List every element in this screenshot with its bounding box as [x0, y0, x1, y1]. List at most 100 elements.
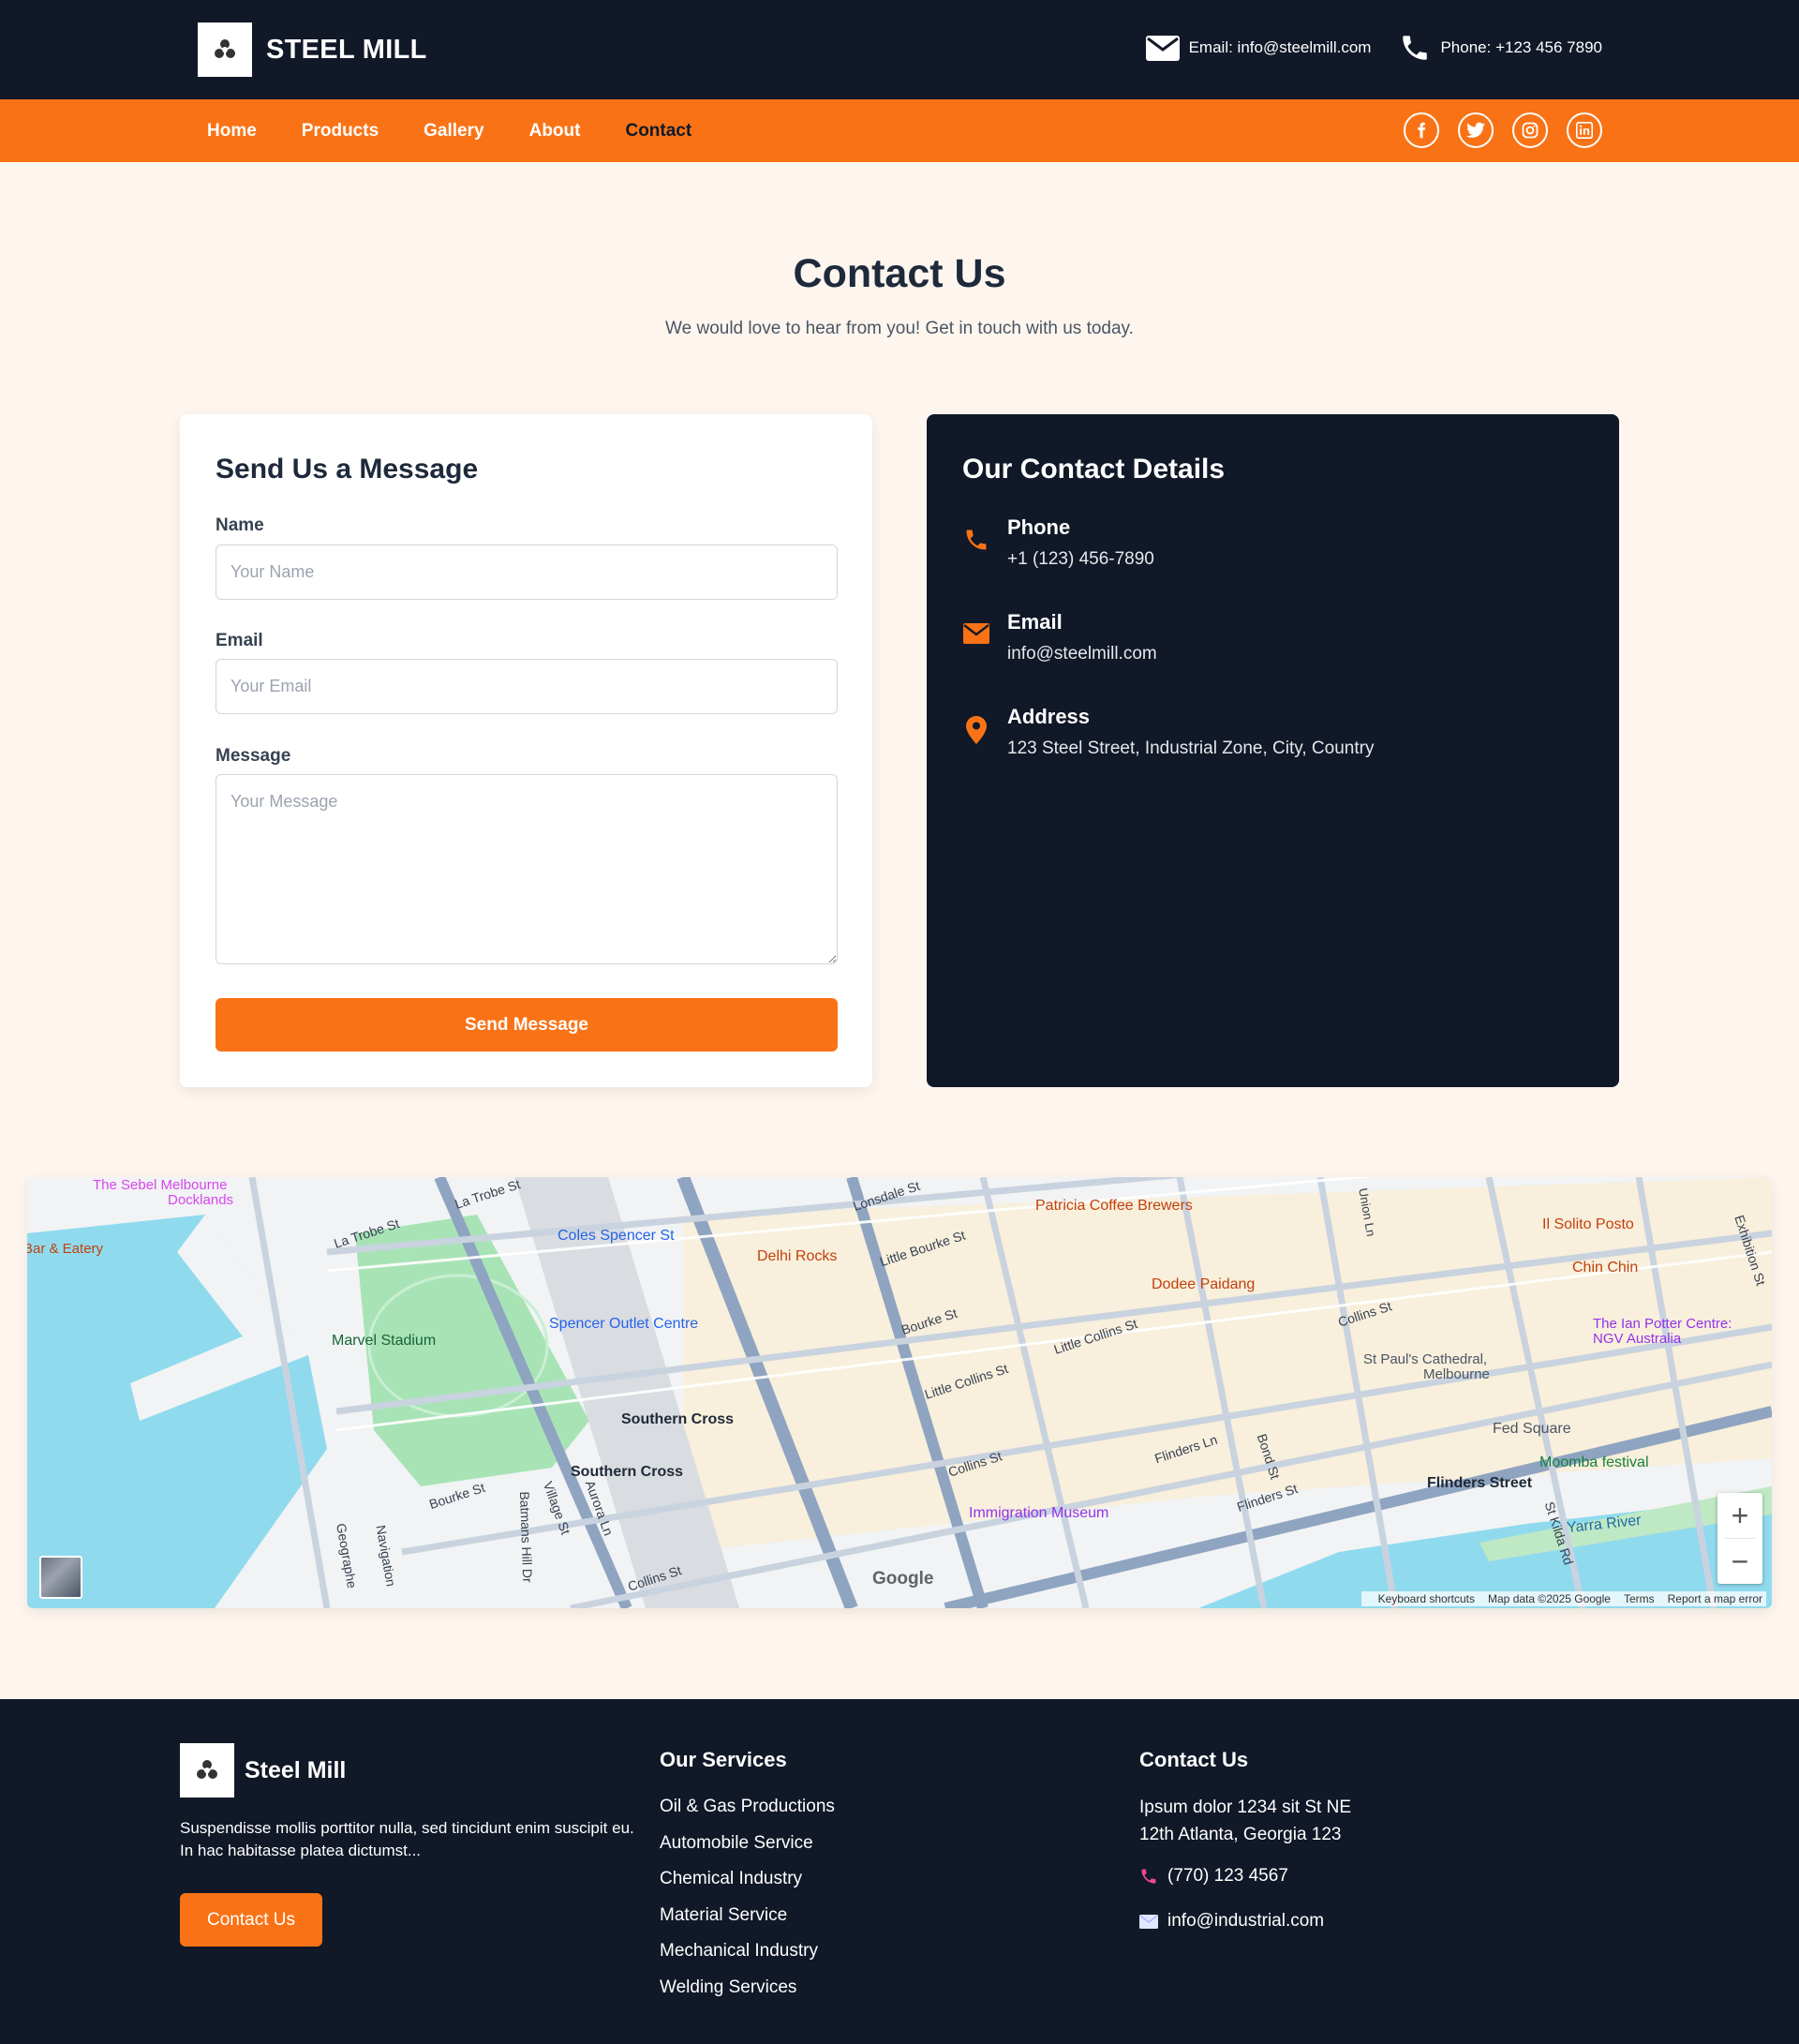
- map-label-fed-square[interactable]: Fed Square: [1493, 1421, 1571, 1438]
- service-item[interactable]: Oil & Gas Productions: [660, 1797, 835, 1833]
- nav-about[interactable]: About: [529, 121, 581, 142]
- gear-logo-icon: [215, 39, 235, 58]
- form-title: Send Us a Message: [216, 454, 479, 485]
- email-label: Email: [1007, 610, 1063, 634]
- services-title: Our Services: [660, 1748, 787, 1771]
- contact-details-card: Our Contact Details Phone +1 (123) 456-7…: [927, 414, 1619, 1087]
- map-label-ian-potter-1[interactable]: The Ian Potter Centre:: [1593, 1316, 1732, 1332]
- map-label-southern-cross-1[interactable]: Southern Cross: [621, 1411, 734, 1428]
- top-contacts: Email: info@steelmill.com Phone: +123 45…: [1118, 32, 1602, 64]
- nav-links: Home Products Gallery About Contact: [207, 99, 736, 162]
- map-label-delhi[interactable]: Delhi Rocks: [757, 1248, 837, 1265]
- nav-gallery[interactable]: Gallery: [424, 121, 483, 142]
- map-canvas[interactable]: [27, 1177, 1772, 1608]
- satellite-toggle[interactable]: [39, 1556, 82, 1599]
- envelope-icon: [1145, 35, 1180, 61]
- address-value: 123 Steel Street, Industrial Zone, City,…: [1007, 739, 1375, 758]
- phone-label: Phone: [1007, 515, 1071, 539]
- keyboard-shortcuts-link[interactable]: Keyboard shortcuts: [1378, 1592, 1475, 1605]
- map-label-chin-chin[interactable]: Chin Chin: [1572, 1260, 1638, 1276]
- embedded-map[interactable]: The Sebel Melbourne Docklands Bar & Eate…: [27, 1177, 1772, 1608]
- envelope-icon: [1139, 1914, 1158, 1929]
- top-email-text: Email: info@steelmill.com: [1188, 38, 1372, 56]
- map-label-immigration[interactable]: Immigration Museum: [969, 1505, 1108, 1522]
- gear-logo-icon: [197, 1760, 217, 1779]
- map-label-bar-eatery[interactable]: Bar & Eatery: [27, 1241, 103, 1257]
- page-title: Contact Us: [793, 251, 1006, 296]
- detail-address: Address 123 Steel Street, Industrial Zon…: [962, 705, 1374, 759]
- name-label: Name: [216, 515, 264, 535]
- map-pin-icon: [966, 716, 987, 744]
- map-label-ian-potter-2[interactable]: NGV Australia: [1593, 1331, 1681, 1347]
- footer-contact-title: Contact Us: [1139, 1748, 1249, 1771]
- email-value[interactable]: info@steelmill.com: [1007, 644, 1157, 664]
- brand[interactable]: STEEL MILL: [198, 22, 427, 77]
- page-subtitle: We would love to hear from you! Get in t…: [665, 319, 1134, 338]
- top-phone-text: Phone: +123 456 7890: [1440, 38, 1602, 56]
- map-label-il-solito[interactable]: Il Solito Posto: [1542, 1216, 1634, 1233]
- phone-icon: [1403, 36, 1428, 60]
- message-input[interactable]: [216, 774, 838, 964]
- report-error-link[interactable]: Report a map error: [1668, 1592, 1762, 1605]
- zoom-control: + −: [1717, 1493, 1762, 1584]
- address-label: Address: [1007, 705, 1091, 728]
- footer-brand[interactable]: Steel Mill: [180, 1743, 346, 1798]
- map-data-text: Map data ©2025 Google: [1488, 1592, 1611, 1605]
- zoom-in-button[interactable]: +: [1717, 1493, 1762, 1538]
- nav-contact[interactable]: Contact: [625, 121, 691, 142]
- top-header: STEEL MILL Email: info@steelmill.com Pho…: [0, 0, 1799, 99]
- facebook-icon[interactable]: [1404, 112, 1439, 148]
- google-logo: Google: [872, 1569, 934, 1589]
- contact-form-card: Send Us a Message Name Email Message Sen…: [180, 414, 872, 1087]
- map-label-patricia[interactable]: Patricia Coffee Brewers: [1035, 1198, 1193, 1215]
- map-label-st-pauls-2[interactable]: Melbourne: [1423, 1366, 1490, 1382]
- send-message-button[interactable]: Send Message: [216, 998, 838, 1052]
- name-input[interactable]: [216, 545, 838, 600]
- service-item[interactable]: Automobile Service: [660, 1833, 835, 1870]
- footer-phone[interactable]: (770) 123 4567: [1139, 1866, 1288, 1887]
- phone-value[interactable]: +1 (123) 456-7890: [1007, 549, 1154, 570]
- top-phone[interactable]: Phone: +123 456 7890: [1399, 32, 1602, 64]
- phone-icon: [966, 530, 987, 550]
- top-email[interactable]: Email: info@steelmill.com: [1145, 35, 1372, 61]
- twitter-icon[interactable]: [1458, 112, 1494, 148]
- envelope-icon: [963, 623, 989, 644]
- site-footer: Steel Mill Suspendisse mollis porttitor …: [0, 1699, 1799, 2044]
- map-attribution: Keyboard shortcuts Map data ©2025 Google…: [1360, 1591, 1766, 1606]
- service-item[interactable]: Chemical Industry: [660, 1869, 835, 1905]
- services-list: Oil & Gas Productions Automobile Service…: [660, 1797, 835, 2013]
- terms-link[interactable]: Terms: [1624, 1592, 1655, 1605]
- details-title: Our Contact Details: [962, 454, 1226, 485]
- map-label-coles[interactable]: Coles Spencer St: [558, 1228, 675, 1245]
- map-label-docklands[interactable]: Docklands: [168, 1192, 233, 1208]
- footer-phone-text: (770) 123 4567: [1167, 1866, 1288, 1886]
- phone-icon: [1141, 1869, 1156, 1884]
- map-label-dodee[interactable]: Dodee Paidang: [1152, 1276, 1255, 1293]
- email-input[interactable]: [216, 659, 838, 714]
- nav-products[interactable]: Products: [302, 121, 379, 142]
- service-item[interactable]: Material Service: [660, 1905, 835, 1942]
- nav-home[interactable]: Home: [207, 121, 257, 142]
- linkedin-icon[interactable]: [1567, 112, 1602, 148]
- logo: [198, 22, 252, 77]
- email-label: Email: [216, 631, 263, 650]
- footer-description: Suspendisse mollis porttitor nulla, sed …: [180, 1819, 634, 1859]
- map-street-batmans: Batmans Hill Dr: [516, 1491, 536, 1583]
- address-line-2: 12th Atlanta, Georgia 123: [1139, 1825, 1342, 1844]
- address-line-1: Ipsum dolor 1234 sit St NE: [1139, 1798, 1351, 1817]
- map-label-marvel[interactable]: Marvel Stadium: [332, 1333, 436, 1350]
- instagram-icon[interactable]: [1512, 112, 1548, 148]
- map-label-st-pauls-1[interactable]: St Paul's Cathedral,: [1363, 1351, 1487, 1367]
- service-item[interactable]: Mechanical Industry: [660, 1941, 835, 1977]
- footer-logo: [180, 1743, 234, 1798]
- map-label-spencer-outlet[interactable]: Spencer Outlet Centre: [549, 1316, 698, 1333]
- service-item[interactable]: Welding Services: [660, 1977, 835, 2014]
- footer-email[interactable]: info@industrial.com: [1139, 1911, 1324, 1932]
- zoom-out-button[interactable]: −: [1717, 1539, 1762, 1584]
- map-label-moomba[interactable]: Moomba festival: [1539, 1455, 1649, 1471]
- map-label-flinders-street[interactable]: Flinders Street: [1427, 1475, 1532, 1492]
- detail-phone: Phone +1 (123) 456-7890: [962, 515, 1154, 570]
- map-label-sebel[interactable]: The Sebel Melbourne: [93, 1177, 227, 1193]
- footer-contact-button[interactable]: Contact Us: [180, 1893, 322, 1947]
- map-label-southern-cross-2[interactable]: Southern Cross: [571, 1464, 683, 1481]
